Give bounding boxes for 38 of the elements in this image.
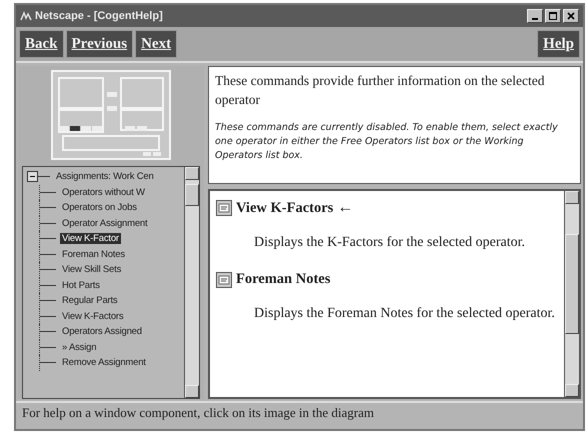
tree-item[interactable]: Remove Assignment [60, 357, 148, 368]
tree-item[interactable]: » Assign [60, 342, 98, 353]
close-icon [567, 12, 575, 20]
tree-item[interactable]: Operator Assignment [60, 218, 150, 229]
window-title: Netscape - [CogentHelp] [35, 10, 163, 22]
maximize-button[interactable] [545, 9, 561, 23]
intro-text: These commands provide further information on the selected operator [215, 72, 546, 109]
help-button[interactable]: Help [537, 30, 580, 58]
arrow-marker: ← [337, 199, 354, 217]
nav-button[interactable]: Previous [66, 30, 134, 58]
command-icon [216, 272, 232, 288]
tree-item[interactable]: Foreman Notes [60, 248, 127, 260]
nav-button[interactable]: Next [135, 30, 178, 58]
collapse-icon[interactable] [27, 171, 38, 182]
tree-item[interactable]: Operators without W [60, 186, 147, 198]
disabled-note: These commands are currently disabled. To enable them, select exactly one operator in either the Free Operators list box or the Working Operators list box. [215, 121, 559, 163]
command-title: Foreman Notes [236, 271, 330, 288]
command-icon [216, 200, 232, 216]
command-description: Displays the K-Factors for the selected operator. [254, 234, 526, 252]
tree-item[interactable]: View K-Factors [60, 310, 126, 322]
tree-item[interactable]: View K-Factor [60, 233, 121, 244]
close-button[interactable] [563, 9, 579, 23]
scrollbar[interactable] [564, 191, 579, 397]
command-description: Displays the Foreman Notes for the selected operator. [254, 305, 556, 323]
scroll-thumb[interactable] [565, 234, 579, 334]
scrollbar[interactable] [184, 167, 199, 398]
tree-item[interactable]: View Skill Sets [60, 264, 124, 276]
maximize-icon [549, 12, 557, 20]
app-icon [20, 11, 32, 21]
tree-item[interactable]: Hot Parts [60, 280, 102, 291]
nav-button[interactable]: Back [19, 30, 64, 58]
command-title: View K-Factors [236, 200, 334, 216]
scroll-thumb[interactable] [185, 184, 199, 206]
tree-item[interactable]: Operators on Jobs [60, 202, 139, 214]
tree-item[interactable]: Assignments: Work Cen [54, 171, 156, 182]
tree-item[interactable]: Operators Assigned [60, 326, 144, 338]
minimize-button[interactable] [527, 9, 543, 23]
tree-item[interactable]: Regular Parts [60, 295, 120, 306]
